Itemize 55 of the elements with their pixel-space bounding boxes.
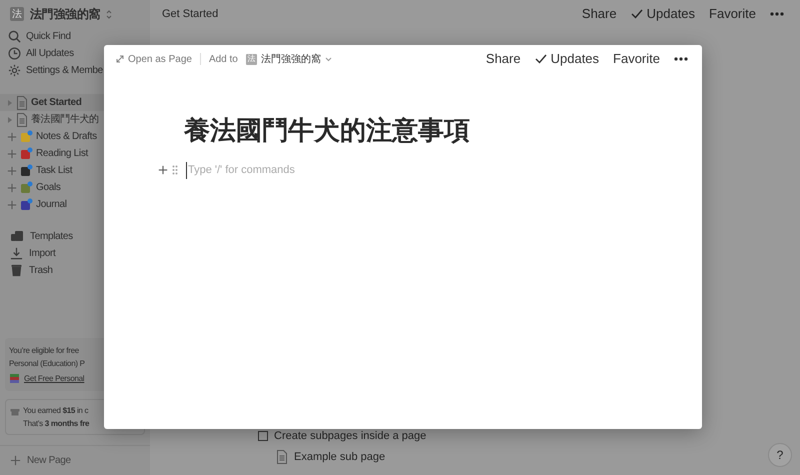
drag-handle-icon[interactable] xyxy=(172,165,178,176)
expand-icon[interactable] xyxy=(7,98,13,106)
workspace-selector[interactable]: 法 法門強強的窩 xyxy=(246,52,332,66)
document-icon xyxy=(16,96,28,110)
check-icon xyxy=(630,9,643,19)
new-page-button[interactable]: New Page xyxy=(27,453,71,468)
workspace-avatar: 法 xyxy=(10,7,24,21)
download-icon xyxy=(10,247,23,260)
expand-icon xyxy=(116,55,124,63)
document-icon xyxy=(276,450,288,464)
sidebar-page[interactable]: Task List xyxy=(0,162,150,179)
block-input[interactable]: Type '/' for commands xyxy=(186,162,386,178)
updates-button[interactable]: Updates xyxy=(534,49,600,69)
share-button[interactable]: Share xyxy=(486,49,521,69)
books-icon xyxy=(9,373,20,384)
gift-icon xyxy=(10,406,20,416)
sidebar-item[interactable]: Import xyxy=(0,245,150,262)
check-icon xyxy=(534,54,547,64)
credit-text: You earned $15 in c xyxy=(23,405,90,417)
trash-icon xyxy=(10,264,23,277)
favorite-button[interactable]: Favorite xyxy=(613,49,660,69)
page-title[interactable]: 養法國鬥牛犬的注意事項 xyxy=(184,111,702,150)
checkbox[interactable] xyxy=(258,431,268,442)
open-as-page-button[interactable]: Open as Page xyxy=(116,52,192,66)
favorite-button[interactable]: Favorite xyxy=(709,4,756,24)
more-icon[interactable] xyxy=(770,12,784,16)
todo-text: Create subpages inside a page xyxy=(274,429,426,444)
chevron-down-icon xyxy=(324,56,332,62)
more-icon[interactable] xyxy=(674,57,688,61)
sidebar-page[interactable]: Notes & Drafts xyxy=(0,128,150,145)
updates-button[interactable]: Updates xyxy=(630,4,696,24)
help-button[interactable]: ? xyxy=(768,443,792,467)
share-button[interactable]: Share xyxy=(582,4,617,24)
sidebar-page[interactable]: Goals xyxy=(0,179,150,196)
expand-icon[interactable] xyxy=(7,116,13,124)
sidebar-page[interactable]: Journal xyxy=(0,196,150,213)
document-icon xyxy=(16,112,28,126)
workspace-name[interactable]: 法門強強的窩 xyxy=(30,5,100,23)
subpage-link[interactable]: Example sub page xyxy=(294,448,386,465)
breadcrumb[interactable]: Get Started xyxy=(162,6,218,22)
promo-text: Personal (Education) P xyxy=(9,358,86,370)
credit-text: That’s 3 months fre xyxy=(23,418,90,430)
sidebar-page[interactable]: 養法國鬥牛犬的 xyxy=(0,111,150,128)
plus-icon[interactable] xyxy=(158,165,168,176)
add-to-label: Add to xyxy=(208,52,238,66)
settings-icon xyxy=(8,64,21,77)
search-icon xyxy=(8,30,21,43)
clock-icon xyxy=(8,47,21,60)
sidebar-item[interactable]: Trash xyxy=(0,262,150,279)
sidebar-item[interactable]: Templates xyxy=(0,228,150,245)
sidebar-item[interactable]: Quick Find xyxy=(0,28,150,45)
promo-text: You’re eligible for free xyxy=(9,345,80,357)
sidebar-page[interactable]: Reading List xyxy=(0,145,150,162)
promo-link[interactable]: Get Free Personal xyxy=(24,372,84,385)
chevron-icon xyxy=(106,10,112,18)
